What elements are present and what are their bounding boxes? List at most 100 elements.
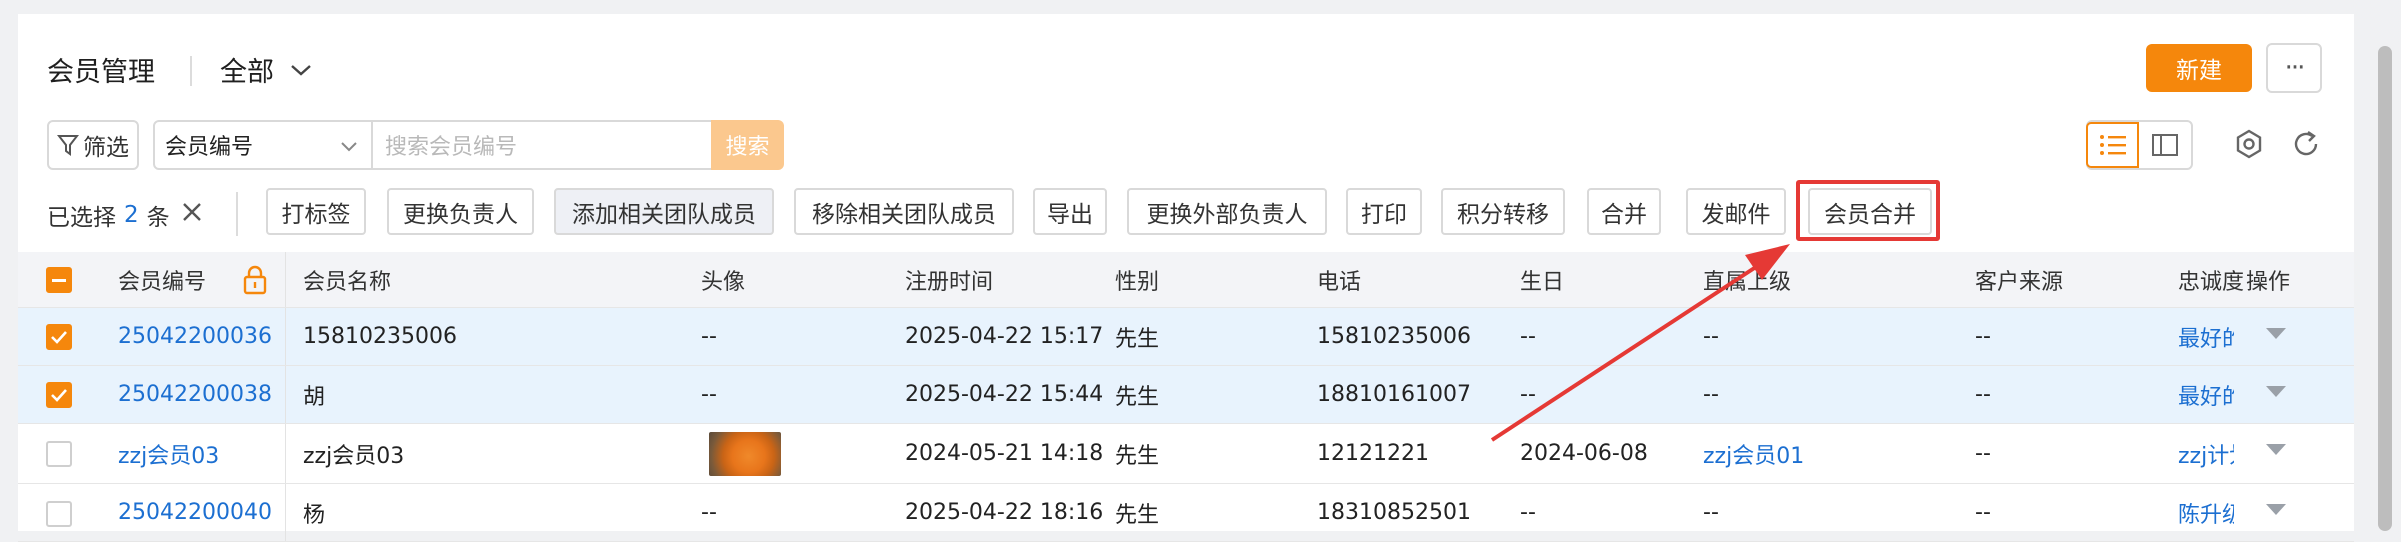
member-source: --: [1975, 500, 1991, 525]
indeterminate-mark: [52, 278, 66, 282]
member-phone: 18810161007: [1317, 382, 1471, 407]
row-action-dropdown[interactable]: [2266, 386, 2286, 397]
col-header-phone[interactable]: 电话: [1317, 252, 1361, 307]
member-name: 杨: [303, 502, 326, 528]
member-gender: 先生: [1115, 326, 1160, 352]
column-separator: [285, 308, 286, 365]
select-all-checkbox[interactable]: [46, 267, 72, 293]
split-view-button[interactable]: [2139, 122, 2191, 168]
caret-down-icon: [2266, 328, 2286, 339]
row-checkbox[interactable]: [46, 382, 72, 408]
table-row[interactable]: 25042200040 杨 -- 2025-04-22 18:16 先生 183…: [18, 484, 2354, 542]
row-action-dropdown[interactable]: [2266, 504, 2286, 515]
col-header-registered[interactable]: 注册时间: [905, 252, 993, 307]
member-birthday: 2024-06-08: [1520, 441, 1648, 466]
member-superior-link[interactable]: zzj会员01: [1703, 424, 1804, 483]
member-registered: 2025-04-22 15:17: [905, 324, 1104, 349]
merge-button[interactable]: 合并: [1587, 188, 1661, 235]
member-superior: --: [1703, 500, 1719, 525]
col-header-superior[interactable]: 直属上级: [1703, 252, 1791, 307]
member-phone: 18310852501: [1317, 500, 1471, 525]
member-birthday: --: [1520, 382, 1536, 407]
search-input[interactable]: 搜索会员编号: [373, 120, 713, 170]
change-owner-button[interactable]: 更换负责人: [387, 188, 534, 235]
search-field-select[interactable]: 会员编号: [153, 120, 373, 170]
member-birthday: --: [1520, 500, 1536, 525]
view-label: 全部: [220, 57, 274, 88]
member-registered: 2024-05-21 14:18: [905, 441, 1104, 466]
column-separator: [285, 424, 286, 483]
scrollbar-thumb[interactable]: [2378, 46, 2392, 531]
col-header-avatar[interactable]: 头像: [701, 252, 745, 307]
selection-divider: [236, 192, 238, 236]
member-registered: 2025-04-22 18:16: [905, 500, 1104, 525]
selection-count: 2: [124, 202, 139, 228]
member-name: zzj会员03: [303, 443, 405, 469]
col-header-actions: 操作: [2246, 269, 2291, 295]
clear-selection-icon[interactable]: [180, 200, 204, 224]
member-avatar-cell: [709, 424, 781, 483]
member-gender: 先生: [1115, 384, 1160, 410]
member-avatar: --: [701, 382, 717, 407]
remove-team-member-button[interactable]: 移除相关团队成员: [794, 188, 1014, 235]
page-title: 会员管理: [47, 57, 155, 88]
change-external-owner-button[interactable]: 更换外部负责人: [1127, 188, 1327, 235]
points-transfer-button[interactable]: 积分转移: [1441, 188, 1565, 235]
col-header-gender[interactable]: 性别: [1115, 252, 1159, 307]
filter-button[interactable]: 筛选: [47, 120, 139, 170]
scrollbar-track[interactable]: [2372, 0, 2401, 531]
annotation-highlight-box: [1796, 180, 1940, 241]
list-view-button[interactable]: [2086, 122, 2139, 168]
col-header-birthday[interactable]: 生日: [1520, 252, 1564, 307]
refresh-icon[interactable]: [2290, 128, 2322, 160]
check-icon: [51, 389, 67, 402]
member-registered: 2025-04-22 15:44: [905, 382, 1104, 407]
table-row[interactable]: zzj会员03 zzj会员03 2024-05-21 14:18 先生 1212…: [18, 424, 2354, 484]
chevron-down-icon: [291, 64, 311, 76]
member-id-link[interactable]: zzj会员03: [118, 424, 219, 483]
row-checkbox[interactable]: [46, 501, 72, 527]
member-avatar-image[interactable]: [709, 431, 781, 476]
new-button[interactable]: 新建: [2146, 44, 2252, 92]
col-header-source[interactable]: 客户来源: [1975, 252, 2063, 307]
member-id-link[interactable]: 25042200040: [118, 484, 272, 541]
member-gender: 先生: [1115, 443, 1160, 469]
table-row[interactable]: 25042200038 胡 -- 2025-04-22 15:44 先生 188…: [18, 366, 2354, 424]
member-loyalty[interactable]: 陈升级: [2178, 484, 2234, 541]
member-loyalty[interactable]: 最好的: [2178, 366, 2234, 423]
more-button[interactable]: ···: [2266, 43, 2322, 93]
split-view-icon: [2152, 134, 2178, 156]
print-button[interactable]: 打印: [1346, 188, 1422, 235]
selection-prefix: 已选择: [47, 205, 116, 231]
search-placeholder: 搜索会员编号: [385, 135, 518, 160]
add-team-member-button[interactable]: 添加相关团队成员: [554, 188, 774, 235]
caret-down-icon: [2266, 444, 2286, 455]
caret-down-icon: [2266, 504, 2286, 515]
tag-button[interactable]: 打标签: [266, 188, 366, 235]
member-id-link[interactable]: 25042200036: [118, 308, 272, 365]
row-action-dropdown[interactable]: [2266, 328, 2286, 339]
member-loyalty[interactable]: 最好的: [2178, 308, 2234, 365]
export-button[interactable]: 导出: [1033, 188, 1107, 235]
selection-suffix: 条: [146, 205, 170, 231]
member-loyalty[interactable]: zzj计划: [2178, 424, 2234, 483]
filter-label: 筛选: [83, 135, 129, 161]
col-header-name[interactable]: 会员名称: [303, 252, 391, 307]
col-header-loyalty[interactable]: 忠诚度: [2178, 252, 2244, 307]
settings-icon[interactable]: [2233, 128, 2265, 160]
table-row[interactable]: 25042200036 15810235006 -- 2025-04-22 15…: [18, 308, 2354, 366]
member-avatar: --: [701, 500, 717, 525]
column-separator: [285, 252, 286, 307]
view-selector[interactable]: 全部: [220, 50, 314, 89]
row-checkbox[interactable]: [46, 324, 72, 350]
column-separator: [285, 484, 286, 541]
send-email-button[interactable]: 发邮件: [1686, 188, 1786, 235]
lock-icon: [243, 265, 267, 295]
col-header-id[interactable]: 会员编号: [118, 252, 206, 307]
selection-summary: 已选择 2 条: [47, 198, 170, 232]
member-id-link[interactable]: 25042200038: [118, 366, 272, 423]
chevron-down-icon: [341, 142, 357, 152]
row-action-dropdown[interactable]: [2266, 444, 2286, 455]
search-button[interactable]: 搜索: [711, 120, 784, 170]
row-checkbox[interactable]: [46, 441, 72, 467]
